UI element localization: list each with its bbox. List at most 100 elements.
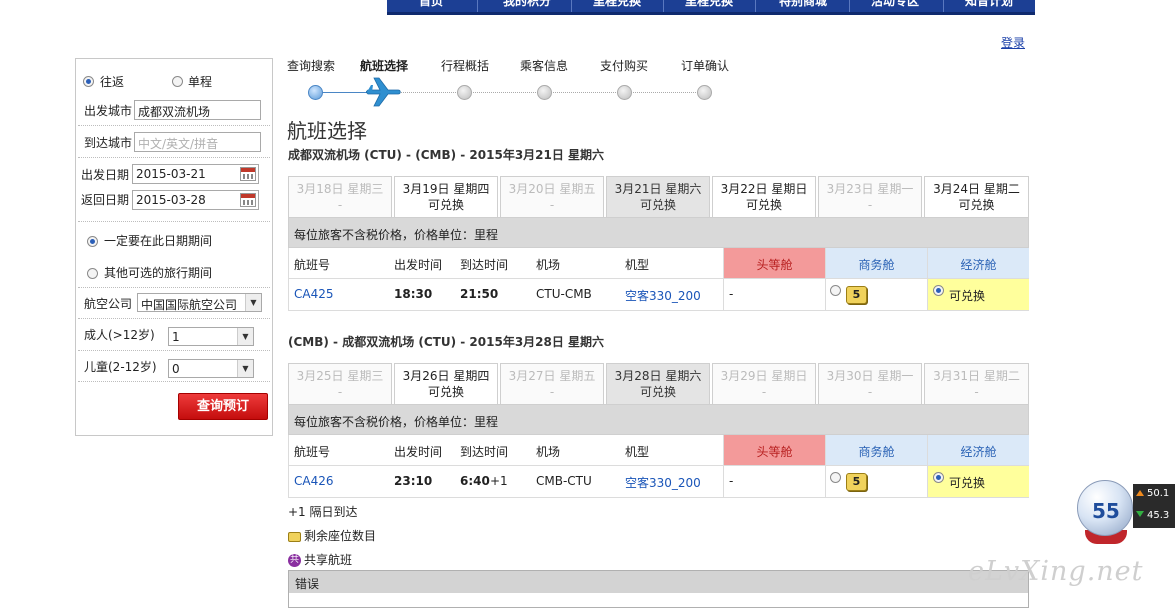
arrive-city-input[interactable]: 中文/英文/拼音: [134, 132, 261, 152]
date-tab-outbound-selected[interactable]: 3月21日 星期六 可兑换: [606, 176, 710, 218]
divider: [78, 157, 270, 158]
system-monitor-widget[interactable]: 55 50.1 45.3: [1075, 478, 1175, 548]
child-select[interactable]: 0 ▼: [168, 359, 254, 378]
airline-select[interactable]: 中国国际航空公司 ▼: [137, 293, 262, 312]
economy-class-radio[interactable]: [933, 285, 944, 296]
nav-item-mall[interactable]: 特别商城: [779, 0, 827, 9]
date-tab-label: 3月27日 星期五: [508, 369, 596, 383]
login-link[interactable]: 登录: [1001, 34, 1025, 51]
date-tab-status: -: [974, 385, 979, 399]
aircraft-link[interactable]: 空客330_200: [625, 466, 701, 497]
adult-select-value: 1: [172, 330, 180, 344]
adult-select[interactable]: 1 ▼: [168, 327, 254, 346]
date-tab-status: 可兑换: [958, 198, 995, 212]
upload-arrow-icon: [1136, 490, 1144, 496]
legend-next-day: +1 隔日到达: [288, 505, 358, 519]
calendar-icon[interactable]: [240, 193, 256, 207]
first-class-value: -: [729, 474, 734, 488]
aircraft-link[interactable]: 空客330_200: [625, 279, 701, 310]
calendar-icon[interactable]: [240, 167, 256, 181]
col-aircraft: 机型: [625, 445, 650, 459]
date-tab-outbound[interactable]: 3月19日 星期四 可兑换: [394, 176, 498, 217]
flight-number-link[interactable]: CA425: [294, 279, 334, 310]
col-depart-time: 出发时间: [394, 258, 443, 272]
nav-item-redeem-2[interactable]: 里程兑换: [685, 0, 733, 9]
next-day-suffix: +1: [490, 474, 508, 488]
nav-separator: [571, 0, 572, 12]
adult-label: 成人(>12岁): [84, 328, 155, 342]
depart-date-label: 出发日期: [81, 168, 130, 182]
nav-item-my-points[interactable]: 我的积分: [503, 0, 551, 9]
one-way-label: 单程: [188, 75, 213, 89]
economy-class-radio[interactable]: [933, 472, 944, 483]
col-first-class: 头等舱: [723, 435, 825, 465]
nav-item-home[interactable]: 首页: [419, 0, 443, 9]
step-passenger: 乘客信息: [520, 59, 569, 73]
date-tab-label: 3月24日 星期二: [933, 182, 1020, 196]
one-way-radio[interactable]: [172, 76, 183, 87]
nav-item-events[interactable]: 活动专区: [871, 0, 919, 9]
round-trip-radio[interactable]: [83, 76, 94, 87]
date-tab-status: 可兑换: [639, 198, 676, 212]
chevron-down-icon: ▼: [245, 294, 261, 311]
col-business-class: 商务舱: [825, 248, 927, 278]
col-flight-no: 航班号: [294, 445, 331, 459]
progress-line: [322, 92, 370, 93]
date-tab-inbound[interactable]: 3月26日 星期四 可兑换: [394, 363, 498, 404]
col-economy-class: 经济舱: [927, 435, 1029, 465]
shared-flight-icon: 共: [288, 554, 301, 567]
step-marker: [617, 85, 632, 100]
divider: [78, 381, 270, 382]
upload-speed: 50.1: [1147, 488, 1170, 499]
depart-time: 23:10: [394, 474, 433, 488]
col-business-class: 商务舱: [825, 435, 927, 465]
divider: [78, 318, 270, 319]
col-arrive-time: 到达时间: [460, 445, 509, 459]
business-class-radio[interactable]: [830, 472, 841, 483]
col-aircraft: 机型: [625, 258, 650, 272]
depart-city-input[interactable]: 成都双流机场: [134, 100, 261, 120]
search-button[interactable]: 查询预订: [178, 393, 268, 420]
chevron-down-icon: ▼: [237, 328, 253, 345]
flexible-dates-radio[interactable]: [87, 268, 98, 279]
economy-status: 可兑换: [949, 289, 986, 303]
col-arrive-time: 到达时间: [460, 258, 509, 272]
arrive-time: 21:50: [460, 287, 499, 301]
nav-separator: [755, 0, 756, 12]
flight-number-link[interactable]: CA426: [294, 466, 334, 497]
divider: [78, 350, 270, 351]
globe-icon: 55: [1077, 480, 1133, 536]
date-tab-outbound: 3月20日 星期五 -: [500, 176, 604, 217]
airport-route: CMB-CTU: [536, 474, 592, 488]
date-tab-label: 3月22日 星期日: [720, 182, 808, 196]
date-tab-label: 3月18日 星期三: [296, 182, 384, 196]
date-tab-inbound: 3月25日 星期三 -: [288, 363, 392, 404]
nav-separator: [849, 0, 850, 12]
date-tab-label: 3月21日 星期六: [614, 182, 702, 196]
date-tab-status: -: [867, 385, 873, 399]
divider: [723, 279, 724, 310]
step-marker: [457, 85, 472, 100]
col-airport: 机场: [536, 445, 561, 459]
date-tab-status: 可兑换: [639, 385, 676, 399]
fixed-dates-radio[interactable]: [87, 236, 98, 247]
col-flight-no: 航班号: [294, 258, 331, 272]
nav-item-redeem[interactable]: 里程兑换: [593, 0, 641, 9]
date-tab-outbound[interactable]: 3月24日 星期二 可兑换: [924, 176, 1029, 217]
search-panel: 往返 单程 出发城市 成都双流机场 到达城市 中文/英文/拼音 出发日期 201…: [75, 58, 273, 436]
download-speed: 45.3: [1147, 510, 1170, 521]
col-economy-class: 经济舱: [927, 248, 1029, 278]
arrive-time: 6:40: [460, 474, 490, 488]
seat-count-badge: 5: [846, 286, 867, 304]
col-airport: 机场: [536, 258, 561, 272]
date-tab-label: 3月19日 星期四: [402, 182, 490, 196]
date-tab-label: 3月28日 星期六: [614, 369, 702, 383]
nav-item-phoenix[interactable]: 知音计划: [965, 0, 1013, 9]
date-tab-inbound-selected[interactable]: 3月28日 星期六 可兑换: [606, 363, 710, 405]
economy-status: 可兑换: [949, 476, 986, 490]
business-class-radio[interactable]: [830, 285, 841, 296]
date-tab-status: -: [337, 385, 343, 399]
first-class-value: -: [729, 287, 734, 301]
seat-count-badge: 5: [846, 473, 867, 491]
date-tab-outbound[interactable]: 3月22日 星期日 可兑换: [712, 176, 816, 217]
